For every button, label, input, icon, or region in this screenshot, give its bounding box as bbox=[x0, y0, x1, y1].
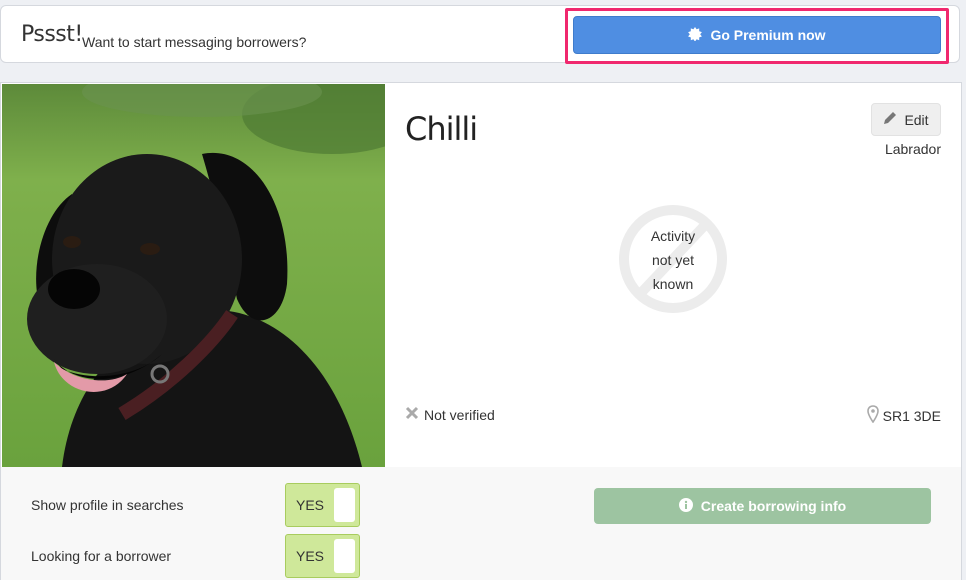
verification-status: Not verified bbox=[405, 406, 495, 423]
pet-name: Chilli bbox=[405, 110, 478, 148]
show-profile-toggle-value: YES bbox=[296, 497, 325, 513]
edit-label: Edit bbox=[904, 111, 929, 128]
toggle-knob bbox=[334, 488, 355, 522]
show-profile-toggle[interactable]: YES bbox=[285, 483, 360, 527]
postcode-text: SR1 3DE bbox=[882, 407, 941, 424]
pet-breed: Labrador bbox=[884, 141, 941, 157]
map-pin-icon bbox=[866, 405, 879, 426]
cross-icon bbox=[405, 406, 419, 423]
info-icon bbox=[678, 497, 693, 515]
edit-button[interactable]: Edit bbox=[871, 103, 941, 136]
activity-line-2: not yet bbox=[651, 252, 695, 268]
activity-line-1: Activity bbox=[650, 228, 696, 244]
banner-prefix: Pssst! bbox=[21, 22, 83, 47]
show-profile-label: Show profile in searches bbox=[31, 497, 184, 513]
looking-toggle-value: YES bbox=[296, 548, 325, 564]
pencil-icon bbox=[883, 111, 897, 128]
activity-status: Activity not yet known bbox=[618, 224, 728, 296]
location: SR1 3DE bbox=[866, 405, 941, 426]
badge-icon bbox=[688, 26, 703, 44]
pet-photo bbox=[2, 84, 385, 467]
go-premium-label: Go Premium now bbox=[710, 27, 826, 43]
create-borrowing-info-label: Create borrowing info bbox=[700, 498, 847, 514]
toggle-knob bbox=[334, 539, 355, 573]
looking-for-borrower-label: Looking for a borrower bbox=[31, 548, 172, 564]
create-borrowing-info-button[interactable]: Create borrowing info bbox=[594, 488, 931, 524]
looking-for-borrower-toggle[interactable]: YES bbox=[285, 534, 360, 578]
verified-text: Not verified bbox=[424, 406, 495, 423]
activity-line-3: known bbox=[652, 276, 694, 292]
go-premium-button[interactable]: Go Premium now bbox=[573, 16, 941, 54]
banner-message: Want to start messaging borrowers? bbox=[82, 34, 307, 50]
